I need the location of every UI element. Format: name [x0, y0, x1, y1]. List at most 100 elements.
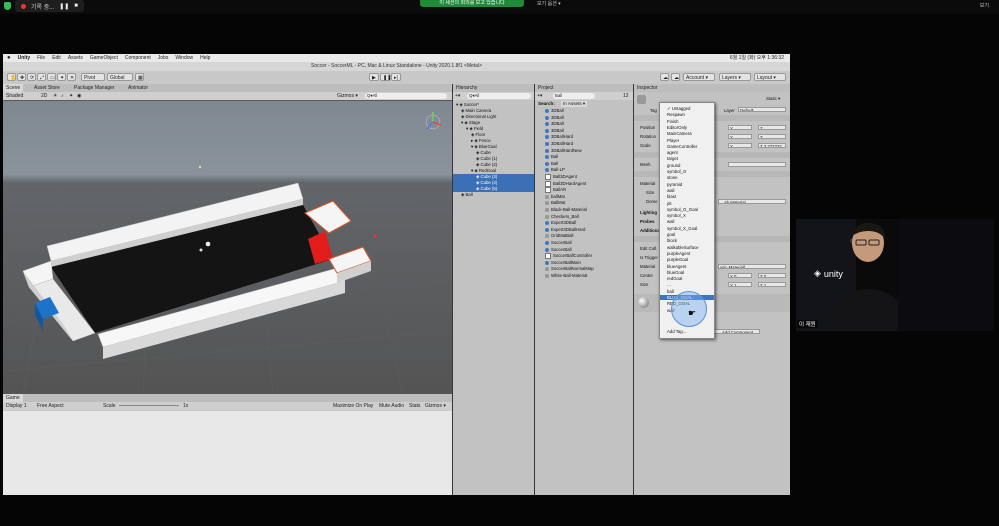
menu-edit[interactable]: Edit [52, 55, 61, 61]
project-asset-item[interactable]: Ball3DHardAgent [545, 180, 631, 187]
tab-asset-store[interactable]: Asset Store [31, 84, 63, 92]
transform-tool-icon[interactable]: ✦ [57, 73, 66, 81]
play-button[interactable]: ▶ [369, 73, 379, 81]
pause-recording-button[interactable]: ❚❚ [59, 3, 69, 10]
tag-option[interactable]: EditorOnly [667, 125, 713, 130]
layers-dropdown[interactable]: Layers ▾ [719, 73, 751, 81]
search-scope-tab[interactable]: In Assets ▾ [561, 101, 588, 107]
collab-icon[interactable]: ☁ [660, 73, 669, 81]
orientation-gizmo[interactable] [425, 112, 442, 130]
tag-option[interactable]: symbol_O [667, 169, 713, 174]
tag-option[interactable]: symbol_X_Goal [667, 226, 713, 231]
tag-option[interactable]: ✓ Untagged [667, 106, 713, 111]
project-asset-item[interactable]: SoccerBallMain [545, 260, 631, 266]
tag-option[interactable]: blueAgent [667, 264, 713, 269]
lighting-toggle-icon[interactable]: ☀ [53, 92, 57, 100]
create-asset-button[interactable]: +▾ [537, 92, 542, 100]
project-asset-item[interactable]: SoccerBall [545, 247, 631, 253]
menu-window[interactable]: Window [175, 55, 193, 61]
tag-option[interactable]: stone [667, 175, 713, 180]
position-y-field[interactable]: Y [728, 125, 752, 130]
scene-search-input[interactable]: Q▾All [365, 93, 447, 99]
tab-package-manager[interactable]: Package Manager [71, 84, 118, 92]
tag-option[interactable]: pyramid [667, 182, 713, 187]
scale-tool-icon[interactable]: ⤢ [37, 73, 46, 81]
view-button[interactable]: 보기 [980, 2, 989, 9]
project-asset-item[interactable]: 3DBall [545, 115, 631, 121]
scene-viewport[interactable] [3, 101, 452, 394]
audio-toggle-icon[interactable]: ♪ [61, 92, 64, 100]
scale-z-field[interactable]: Z 3.272232 [758, 143, 786, 148]
menu-assets[interactable]: Assets [68, 55, 83, 61]
hierarchy-search-input[interactable]: Q▾All [467, 93, 531, 99]
project-asset-item[interactable]: Ball-LP [545, 167, 631, 173]
static-toggle[interactable]: Static ▾ [766, 96, 780, 102]
tag-option[interactable]: symbol_X [667, 213, 713, 218]
add-object-button[interactable]: +▾ [455, 92, 460, 100]
menu-help[interactable]: Help [200, 55, 210, 61]
center-z-field[interactable]: Z 0 [758, 273, 786, 278]
project-search-input[interactable]: Ball [553, 93, 595, 99]
tag-option[interactable]: symbol_O_Goal [667, 207, 713, 212]
project-asset-item[interactable]: GridMatBall [545, 233, 631, 239]
tag-option[interactable]: Respawn [667, 112, 713, 117]
tab-scene[interactable]: Scene [3, 84, 24, 92]
hierarchy-row[interactable]: ◈ Ball [453, 192, 534, 198]
rotation-z-field[interactable]: Z [758, 134, 786, 139]
menu-file[interactable]: File [37, 55, 45, 61]
center-y-field[interactable]: Y 0 [728, 273, 752, 278]
scale-slider[interactable] [119, 405, 179, 406]
tag-option[interactable]: Player [667, 138, 713, 143]
rect-tool-icon[interactable]: ▭ [47, 73, 56, 81]
visibility-toggle-icon[interactable]: ◉ [77, 92, 81, 100]
menu-jobs[interactable]: Jobs [158, 55, 169, 61]
project-asset-item[interactable]: 3DBallHard [545, 134, 631, 140]
tag-option[interactable]: blueGoal [667, 270, 713, 275]
tag-option[interactable]: redGoal [667, 276, 713, 281]
additional-settings-foldout[interactable]: Additional [640, 228, 661, 233]
project-asset-item[interactable]: BallAR [545, 187, 631, 194]
apple-icon[interactable]: ● [7, 55, 11, 61]
hand-tool-icon[interactable]: ✋ [7, 73, 16, 81]
project-asset-item[interactable]: SoccerBall [545, 240, 631, 246]
2d-toggle[interactable]: 2D [41, 92, 47, 100]
lighting-foldout[interactable]: Lighting [640, 210, 657, 215]
menu-component[interactable]: Component [125, 55, 151, 61]
tag-option[interactable]: blast [667, 194, 713, 199]
project-asset-item[interactable]: SoccerBallNormalMap [545, 266, 631, 272]
effects-toggle-icon[interactable]: ✦ [69, 92, 73, 100]
physic-material-field[interactable]: ysic Material) [718, 264, 786, 269]
project-asset-item[interactable]: 3DBall [545, 121, 631, 127]
tag-option[interactable]: wall [667, 188, 713, 193]
project-asset-item[interactable]: Ball3DAgent [545, 174, 631, 180]
mute-audio-toggle[interactable]: Mute Audio [379, 402, 404, 410]
global-button[interactable]: Global [107, 73, 133, 81]
maximize-on-play-toggle[interactable]: Maximize On Play [333, 402, 373, 410]
project-asset-item[interactable]: 3DBall [545, 128, 631, 134]
game-gizmos-dropdown[interactable]: Gizmos ▾ [425, 402, 446, 410]
tag-option[interactable]: target [667, 156, 713, 161]
add-tag-option[interactable]: Add Tag... [667, 329, 713, 334]
size-z-field[interactable]: Z 1 [758, 282, 786, 287]
tag-option[interactable]: purpleAgent [667, 251, 713, 256]
stop-recording-button[interactable]: ■ [74, 3, 78, 9]
scale-y-field[interactable]: Y [728, 143, 752, 148]
account-dropdown[interactable]: Account ▾ [683, 73, 715, 81]
move-tool-icon[interactable]: ✥ [17, 73, 26, 81]
tag-option[interactable]: goal [667, 232, 713, 237]
tab-animator[interactable]: Animator [125, 84, 151, 92]
mesh-field[interactable] [728, 162, 786, 167]
tag-option[interactable]: walkableSurface [667, 245, 713, 250]
tag-option[interactable]: agent [667, 150, 713, 155]
project-asset-item[interactable]: 3DBallHard [545, 141, 631, 147]
layer-dropdown[interactable]: Default [738, 107, 786, 112]
game-viewport[interactable] [3, 411, 452, 495]
size-y-field[interactable]: Y 1 [728, 282, 752, 287]
gizmos-dropdown[interactable]: Gizmos ▾ [337, 92, 358, 100]
project-asset-item[interactable]: Black-Ball-Material [545, 207, 631, 213]
position-z-field[interactable]: Z [758, 125, 786, 130]
shading-mode-dropdown[interactable]: Shaded [6, 92, 23, 100]
tag-option[interactable]: pit [667, 201, 713, 206]
menu-unity[interactable]: Unity [18, 55, 31, 61]
project-asset-item[interactable]: 3DBall [545, 108, 631, 114]
